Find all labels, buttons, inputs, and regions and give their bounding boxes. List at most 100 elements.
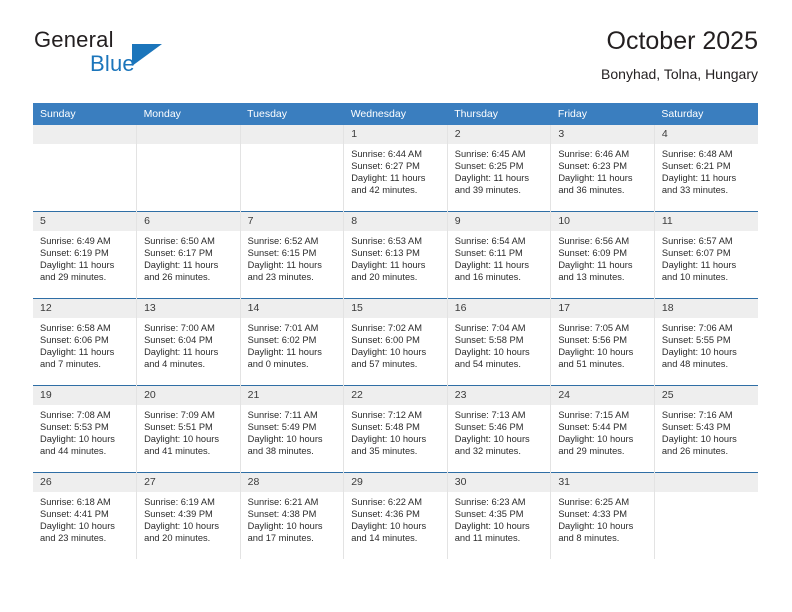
daylight-duration-line2: and 11 minutes.	[454, 533, 521, 544]
calendar-day-cell[interactable]: 30 Sunrise: 6:23 AM Sunset: 4:35 PM Dayligh…	[446, 472, 552, 559]
calendar-day-cell[interactable]: 29 Sunrise: 6:22 AM Sunset: 4:36 PM Dayligh…	[343, 472, 448, 559]
sunrise-time: Sunrise: 6:18 AM	[40, 497, 111, 507]
daylight-duration-line2: and 26 minutes.	[144, 272, 211, 283]
calendar-day-cell[interactable]: 25 Sunrise: 7:16 AM Sunset: 5:43 PM Dayligh…	[653, 385, 758, 473]
calendar-day-cell[interactable]: 1 Sunrise: 6:44 AM Sunset: 6:27 PM Daylight…	[343, 125, 448, 212]
daylight-duration-line1: Daylight: 11 hours	[144, 260, 219, 271]
calendar-day-cell[interactable]: 7 Sunrise: 6:52 AM Sunset: 6:15 PM Daylight…	[239, 211, 345, 299]
calendar-day-cell[interactable]: 9 Sunrise: 6:54 AM Sunset: 6:11 PM Daylight…	[446, 211, 552, 299]
calendar-day-cell[interactable]: 12 Sunrise: 6:58 AM Sunset: 6:06 PM Dayligh…	[33, 298, 138, 386]
sunset-time: Sunset: 4:36 PM	[351, 509, 420, 520]
title-block: October 2025 Bonyhad, Tolna, Hungary	[601, 26, 758, 84]
sunset-time: Sunset: 6:27 PM	[351, 161, 420, 172]
sunrise-time: Sunrise: 6:19 AM	[144, 497, 215, 507]
day-number: 6	[137, 212, 240, 231]
day-number	[33, 125, 137, 144]
daylight-duration-line1: Daylight: 10 hours	[661, 347, 737, 358]
day-number: 14	[240, 299, 344, 318]
day-details: Sunrise: 6:22 AM Sunset: 4:36 PM Daylight:…	[344, 492, 447, 544]
sunset-time: Sunset: 4:33 PM	[558, 509, 628, 520]
general-blue-logo[interactable]: General Blue	[33, 26, 253, 88]
calendar-day-cell[interactable]: 8 Sunrise: 6:53 AM Sunset: 6:13 PM Daylight…	[343, 211, 448, 299]
daylight-duration-line1: Daylight: 11 hours	[454, 173, 529, 184]
daylight-duration-line1: Daylight: 11 hours	[40, 347, 115, 358]
calendar-day-cell[interactable]: 5 Sunrise: 6:49 AM Sunset: 6:19 PM Daylight…	[33, 211, 138, 299]
sunset-time: Sunset: 6:13 PM	[351, 248, 420, 259]
sunrise-time: Sunrise: 6:23 AM	[454, 497, 526, 507]
day-number: 29	[344, 473, 447, 492]
calendar-day-cell[interactable]: 17 Sunrise: 7:05 AM Sunset: 5:56 PM Dayligh…	[550, 298, 655, 386]
sunset-time: Sunset: 4:41 PM	[40, 509, 109, 520]
day-number: 16	[447, 299, 551, 318]
day-details: Sunrise: 7:15 AM Sunset: 5:44 PM Daylight:…	[551, 405, 654, 457]
weekday-header-saturday: Saturday	[654, 103, 758, 125]
day-details: Sunrise: 6:49 AM Sunset: 6:19 PM Daylight:…	[33, 231, 136, 283]
day-details: Sunrise: 7:16 AM Sunset: 5:43 PM Daylight:…	[655, 405, 758, 457]
sunrise-time: Sunrise: 7:16 AM	[661, 410, 733, 420]
day-number	[240, 125, 344, 144]
calendar-day-cell[interactable]: 16 Sunrise: 7:04 AM Sunset: 5:58 PM Dayligh…	[446, 298, 552, 386]
calendar-day-cell[interactable]: 4 Sunrise: 6:48 AM Sunset: 6:21 PM Daylight…	[653, 125, 758, 212]
calendar-day-cell[interactable]: 20 Sunrise: 7:09 AM Sunset: 5:51 PM Dayligh…	[136, 385, 241, 473]
calendar-day-cell[interactable]: 21 Sunrise: 7:11 AM Sunset: 5:49 PM Dayligh…	[239, 385, 345, 473]
day-number	[137, 125, 240, 144]
day-details: Sunrise: 6:57 AM Sunset: 6:07 PM Daylight:…	[655, 231, 758, 283]
daylight-duration-line1: Daylight: 11 hours	[454, 260, 529, 271]
daylight-duration-line1: Daylight: 10 hours	[40, 521, 115, 532]
day-number: 28	[240, 473, 344, 492]
calendar-day-cell[interactable]: 23 Sunrise: 7:13 AM Sunset: 5:46 PM Dayligh…	[446, 385, 552, 473]
day-details: Sunrise: 7:13 AM Sunset: 5:46 PM Daylight:…	[448, 405, 551, 457]
calendar-day-cell[interactable]: 18 Sunrise: 7:06 AM Sunset: 5:55 PM Dayligh…	[653, 298, 758, 386]
sunset-time: Sunset: 5:56 PM	[558, 335, 628, 346]
daylight-duration-line2: and 16 minutes.	[454, 272, 521, 283]
calendar-day-cell[interactable]: 28 Sunrise: 6:21 AM Sunset: 4:38 PM Dayligh…	[239, 472, 345, 559]
day-details: Sunrise: 7:02 AM Sunset: 6:00 PM Daylight:…	[344, 318, 447, 370]
weekday-header-wednesday: Wednesday	[343, 103, 448, 125]
sunrise-time: Sunrise: 7:08 AM	[40, 410, 111, 420]
daylight-duration-line1: Daylight: 10 hours	[661, 434, 737, 445]
day-number: 23	[447, 386, 551, 405]
calendar-day-cell[interactable]: 15 Sunrise: 7:02 AM Sunset: 6:00 PM Dayligh…	[343, 298, 448, 386]
day-number: 3	[551, 125, 654, 144]
day-number: 5	[33, 212, 137, 231]
calendar-day-cell[interactable]: 6 Sunrise: 6:50 AM Sunset: 6:17 PM Daylight…	[136, 211, 241, 299]
day-number: 11	[654, 212, 758, 231]
day-details: Sunrise: 6:48 AM Sunset: 6:21 PM Daylight:…	[655, 144, 758, 196]
sunset-time: Sunset: 6:02 PM	[247, 335, 317, 346]
day-details: Sunrise: 6:45 AM Sunset: 6:25 PM Daylight:…	[448, 144, 551, 196]
calendar-day-cell[interactable]: 22 Sunrise: 7:12 AM Sunset: 5:48 PM Dayligh…	[343, 385, 448, 473]
calendar-day-cell[interactable]: 2 Sunrise: 6:45 AM Sunset: 6:25 PM Daylight…	[446, 125, 552, 212]
calendar-day-cell[interactable]: 13 Sunrise: 7:00 AM Sunset: 6:04 PM Dayligh…	[136, 298, 241, 386]
sunset-time: Sunset: 6:15 PM	[247, 248, 317, 259]
sunset-time: Sunset: 6:07 PM	[661, 248, 731, 259]
sunrise-time: Sunrise: 6:25 AM	[558, 497, 630, 507]
daylight-duration-line2: and 44 minutes.	[40, 446, 107, 457]
calendar-day-cell[interactable]: 27 Sunrise: 6:19 AM Sunset: 4:39 PM Dayligh…	[136, 472, 241, 559]
day-details: Sunrise: 7:09 AM Sunset: 5:51 PM Daylight:…	[137, 405, 240, 457]
day-details: Sunrise: 6:53 AM Sunset: 6:13 PM Daylight:…	[344, 231, 447, 283]
daylight-duration-line2: and 0 minutes.	[247, 359, 309, 370]
day-number: 22	[344, 386, 447, 405]
daylight-duration-line1: Daylight: 10 hours	[144, 434, 219, 445]
sunrise-time: Sunrise: 7:13 AM	[454, 410, 526, 420]
calendar-header-row: Sunday Monday Tuesday Wednesday Thursday…	[33, 103, 758, 125]
calendar-day-cell[interactable]: 3 Sunrise: 6:46 AM Sunset: 6:23 PM Daylight…	[550, 125, 655, 212]
daylight-duration-line1: Daylight: 11 hours	[247, 347, 322, 358]
daylight-duration-line1: Daylight: 10 hours	[558, 434, 634, 445]
sunrise-time: Sunrise: 7:15 AM	[558, 410, 630, 420]
calendar-day-cell[interactable]: 11 Sunrise: 6:57 AM Sunset: 6:07 PM Dayligh…	[653, 211, 758, 299]
calendar-day-cell[interactable]: 19 Sunrise: 7:08 AM Sunset: 5:53 PM Dayligh…	[33, 385, 138, 473]
day-number: 12	[33, 299, 137, 318]
calendar-day-cell[interactable]: 14 Sunrise: 7:01 AM Sunset: 6:02 PM Dayligh…	[239, 298, 345, 386]
sunset-time: Sunset: 6:21 PM	[661, 161, 731, 172]
day-details: Sunrise: 7:04 AM Sunset: 5:58 PM Daylight:…	[448, 318, 551, 370]
daylight-duration-line1: Daylight: 10 hours	[558, 521, 634, 532]
calendar-day-cell[interactable]: 26 Sunrise: 6:18 AM Sunset: 4:41 PM Dayligh…	[33, 472, 138, 559]
sunrise-time: Sunrise: 6:56 AM	[558, 236, 630, 246]
calendar-page: General Blue October 2025 Bonyhad, Tolna…	[0, 0, 792, 612]
calendar-day-cell[interactable]: 31 Sunrise: 6:25 AM Sunset: 4:33 PM Dayligh…	[550, 472, 655, 559]
calendar-day-cell[interactable]: 24 Sunrise: 7:15 AM Sunset: 5:44 PM Dayligh…	[550, 385, 655, 473]
daylight-duration-line1: Daylight: 11 hours	[558, 173, 633, 184]
calendar-day-cell[interactable]: 10 Sunrise: 6:56 AM Sunset: 6:09 PM Dayligh…	[550, 211, 655, 299]
calendar-week-row: 1 Sunrise: 6:44 AM Sunset: 6:27 PM Daylight…	[33, 125, 758, 212]
